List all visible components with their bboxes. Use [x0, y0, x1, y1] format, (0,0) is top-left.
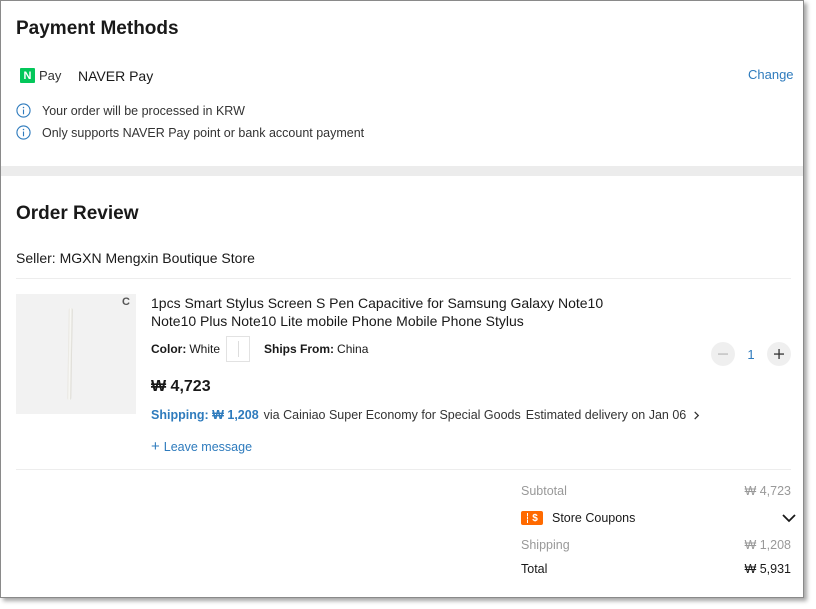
color-value: White	[189, 342, 221, 356]
store-coupons-label: Store Coupons	[552, 511, 636, 525]
chevron-down-icon[interactable]	[782, 513, 796, 523]
info-row-krw: Your order will be processed in KRW	[16, 103, 245, 118]
ships-from-value: China	[337, 342, 369, 356]
store-coupons-left: $ Store Coupons	[521, 511, 635, 525]
naver-n-icon: N	[20, 68, 35, 83]
payment-methods-title: Payment Methods	[16, 18, 179, 39]
increase-quantity-button[interactable]	[767, 342, 791, 366]
leave-message-link[interactable]: + Leave message	[151, 438, 252, 455]
quantity-stepper: 1	[711, 342, 791, 366]
naver-pay-word: Pay	[39, 68, 62, 83]
checkout-panel: Payment Methods N Pay NAVER Pay Change Y…	[0, 0, 804, 598]
plus-icon	[774, 349, 784, 359]
plus-icon: +	[151, 438, 160, 455]
shipping-method: via Cainiao Super Economy for Special Go…	[263, 408, 521, 422]
info-icon	[16, 103, 31, 118]
coupon-icon: $	[521, 511, 543, 525]
shipping-cost: Shipping: ₩ 1,208	[151, 408, 259, 422]
info-text: Your order will be processed in KRW	[42, 103, 245, 118]
naver-pay-logo: N Pay	[20, 68, 61, 83]
shipping-value: ₩ 1,208	[744, 538, 791, 552]
subtotal-row: Subtotal ₩ 4,723	[521, 484, 791, 498]
product-image[interactable]: C	[16, 294, 136, 414]
section-divider	[1, 166, 803, 176]
total-row: Total ₩ 5,931	[521, 562, 791, 576]
image-mark: C	[122, 296, 130, 308]
store-coupons-row[interactable]: $ Store Coupons	[521, 511, 796, 525]
info-text: Only supports NAVER Pay point or bank ac…	[42, 125, 365, 140]
quantity-value[interactable]: 1	[735, 347, 767, 362]
color-swatch	[226, 336, 251, 362]
subtotal-value: ₩ 4,723	[744, 484, 791, 498]
seller-name[interactable]: Seller: MGXN Mengxin Boutique Store	[16, 250, 255, 266]
divider	[16, 469, 791, 470]
product-attributes: Color: White Ships From: China	[151, 336, 368, 362]
chevron-right-icon	[694, 410, 700, 420]
minus-icon	[718, 353, 728, 355]
total-value: ₩ 5,931	[744, 562, 791, 576]
subtotal-label: Subtotal	[521, 484, 567, 498]
total-label: Total	[521, 562, 548, 576]
ships-from-label: Ships From:	[264, 342, 335, 356]
leave-message-label: Leave message	[163, 440, 253, 454]
order-review-title: Order Review	[16, 203, 139, 224]
shipping-label: Shipping	[521, 538, 570, 552]
payment-methods-section: Payment Methods N Pay NAVER Pay Change Y…	[1, 1, 803, 166]
payment-method-name: NAVER Pay	[78, 68, 154, 84]
shipping-info[interactable]: Shipping: ₩ 1,208 via Cainiao Super Econ…	[151, 408, 701, 422]
info-icon	[16, 125, 31, 140]
shipping-row: Shipping ₩ 1,208	[521, 538, 791, 552]
product-title[interactable]: 1pcs Smart Stylus Screen S Pen Capacitiv…	[151, 294, 621, 330]
stylus-image	[67, 307, 73, 401]
estimated-delivery: Estimated delivery on Jan 06	[525, 408, 687, 422]
info-row-supports: Only supports NAVER Pay point or bank ac…	[16, 125, 364, 140]
decrease-quantity-button[interactable]	[711, 342, 735, 366]
color-label: Color:	[151, 342, 187, 356]
product-price: ₩ 4,723	[151, 378, 211, 395]
divider	[16, 278, 791, 279]
change-payment-link[interactable]: Change	[748, 67, 794, 82]
